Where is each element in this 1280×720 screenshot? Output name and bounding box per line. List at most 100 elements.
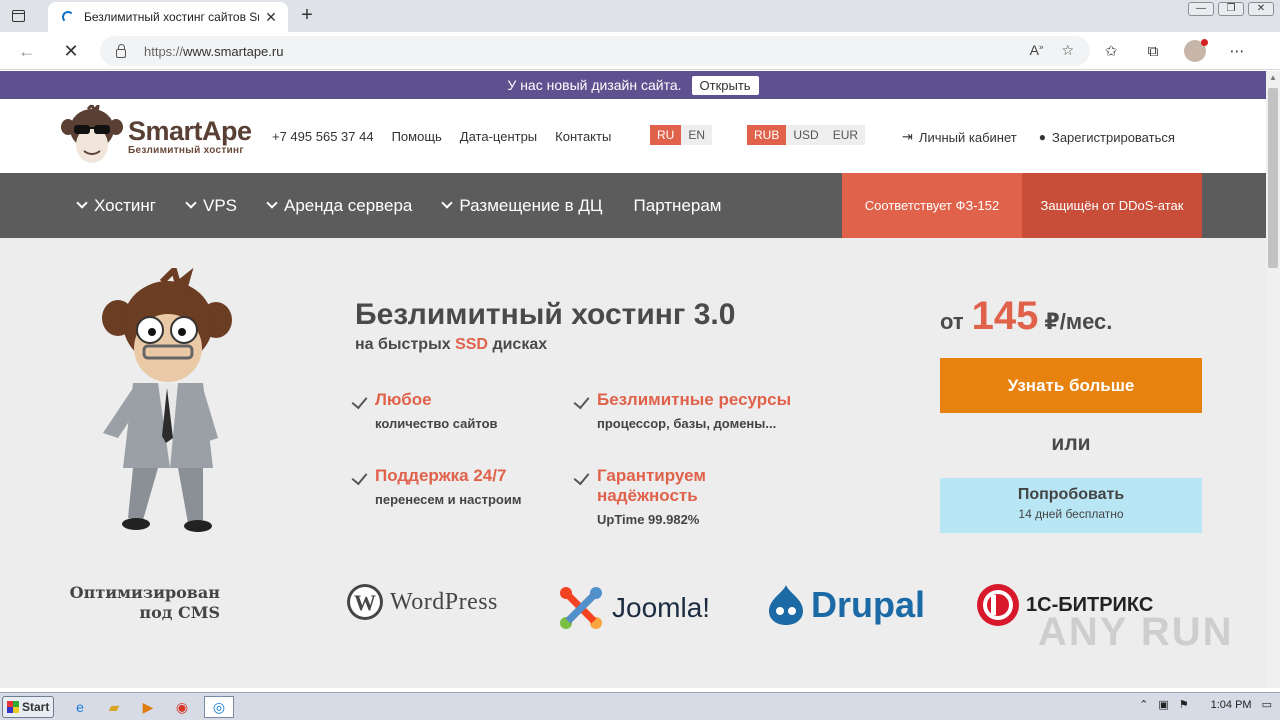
notice-text: У нас новый дизайн сайта. — [507, 77, 682, 93]
drupal-logo[interactable]: Drupal — [767, 583, 925, 627]
browser-toolbar: ← ✕ https://www.smartape.ru A» ☆ ✩ ⧉ ⋯ — [0, 32, 1280, 70]
page-scrollbar[interactable]: ▲ — [1266, 71, 1280, 688]
svg-text:W: W — [354, 590, 376, 615]
check-icon — [351, 392, 368, 410]
try-free-button[interactable]: Попробовать 14 дней бесплатно — [940, 478, 1202, 533]
feature-unlimited-resources: Безлимитные ресурсы процессор, базы, дом… — [573, 390, 807, 431]
check-icon — [351, 468, 368, 486]
nav-link-contacts[interactable]: Контакты — [555, 129, 611, 144]
maximize-button[interactable]: ❐ — [1218, 2, 1244, 16]
loading-spinner-icon — [62, 11, 74, 23]
site-logo[interactable]: SmartApe Безлимитный хостинг — [60, 105, 252, 167]
login-link[interactable]: ⇥ Личный кабинет — [902, 129, 1017, 145]
main-menu: Хостинг VPS Аренда сервера Размещение в … — [0, 173, 1266, 238]
chrome-icon[interactable]: ◉ — [170, 696, 194, 718]
collections-icon[interactable]: ⧉ — [1142, 43, 1164, 60]
monkey-mascot-image — [102, 268, 232, 532]
site-header: SmartApe Безлимитный хостинг +7 495 565 … — [0, 99, 1266, 173]
url-text[interactable]: https://www.smartape.ru — [144, 44, 283, 59]
show-desktop-icon[interactable]: ▭ — [1262, 698, 1272, 711]
feature-any-sites: Любое количество сайтов — [351, 390, 585, 431]
wordpress-logo[interactable]: W WordPress — [346, 583, 498, 621]
tab-actions-icon[interactable] — [8, 6, 28, 26]
tray-expand-icon[interactable]: ⌃ — [1139, 698, 1148, 711]
ddos-badge[interactable]: Защищён от DDoS-атак — [1022, 173, 1202, 238]
menu-hosting[interactable]: Хостинг — [76, 196, 156, 216]
browser-tab-bar: Безлимитный хостинг сайтов Sr ✕ + — ❐ ✕ — [0, 0, 1280, 32]
windows-taskbar: Start e ▰ ▶ ◉ ◎ ⌃ ▣ ⚑ 1:04 PM ▭ — [0, 692, 1280, 720]
windows-logo-icon — [7, 701, 19, 713]
chevron-down-icon — [441, 197, 454, 209]
price-amount: 145 — [971, 294, 1039, 338]
or-separator: или — [1051, 432, 1091, 455]
flag-icon[interactable]: ⚑ — [1179, 698, 1189, 711]
lock-icon[interactable] — [116, 44, 126, 58]
logo-tagline: Безлимитный хостинг — [128, 145, 244, 156]
clock[interactable]: 1:04 PM — [1211, 699, 1252, 711]
language-switcher: RU EN — [650, 125, 713, 145]
anyrun-watermark: ANY RUN — [1038, 610, 1234, 654]
price-label: от 145 ₽/мес. — [940, 294, 1113, 338]
ie-icon[interactable]: e — [68, 696, 92, 718]
edge-icon[interactable]: ◎ — [204, 696, 234, 718]
feature-reliability: Гарантируем надёжность UpTime 99.982% — [573, 466, 807, 527]
back-arrow-icon[interactable]: ← — [16, 40, 38, 62]
nav-link-help[interactable]: Помощь — [392, 129, 442, 144]
redesign-notice: У нас новый дизайн сайта. Открыть — [0, 71, 1266, 99]
chevron-down-icon — [266, 197, 278, 209]
scroll-up-arrow-icon[interactable]: ▲ — [1266, 71, 1280, 85]
address-bar[interactable]: https://www.smartape.ru A» ☆ — [100, 36, 1090, 66]
login-icon: ⇥ — [902, 129, 913, 144]
menu-colocation[interactable]: Размещение в ДЦ — [441, 196, 603, 216]
lang-ru[interactable]: RU — [650, 125, 682, 145]
cms-label: Оптимизирован под CMS — [69, 583, 220, 622]
hero-title: Безлимитный хостинг 3.0 — [355, 298, 736, 331]
chevron-down-icon — [76, 197, 88, 209]
learn-more-button[interactable]: Узнать больше — [940, 358, 1202, 413]
network-icon[interactable]: ▣ — [1158, 698, 1168, 711]
start-button[interactable]: Start — [2, 696, 54, 718]
menu-vps[interactable]: VPS — [185, 196, 237, 216]
fz152-badge[interactable]: Соответствует ФЗ-152 — [842, 173, 1022, 238]
media-player-icon[interactable]: ▶ — [136, 696, 160, 718]
ape-logo-icon — [61, 105, 123, 163]
menu-partners[interactable]: Партнерам — [634, 196, 722, 216]
favorites-icon[interactable]: ✩ — [1100, 42, 1122, 60]
chevron-down-icon — [185, 197, 197, 209]
feature-support: Поддержка 24/7 перенесем и настроим — [351, 466, 585, 507]
currency-eur[interactable]: EUR — [825, 125, 866, 145]
open-new-design-button[interactable]: Открыть — [691, 75, 759, 95]
joomla-logo[interactable]: Joomla! — [556, 583, 710, 633]
close-window-button[interactable]: ✕ — [1248, 2, 1274, 16]
more-menu-icon[interactable]: ⋯ — [1226, 42, 1248, 60]
system-tray: ⌃ ▣ ⚑ 1:04 PM ▭ — [1139, 698, 1272, 712]
window-controls: — ❐ ✕ — [1188, 2, 1274, 16]
bitrix-icon — [977, 584, 1019, 626]
menu-server-rent[interactable]: Аренда сервера — [266, 196, 412, 216]
read-aloud-icon[interactable]: A» — [1030, 42, 1044, 59]
new-tab-button[interactable]: + — [296, 4, 318, 26]
web-page: У нас новый дизайн сайта. Открыть SmartA… — [0, 71, 1266, 688]
browser-tab[interactable]: Безлимитный хостинг сайтов Sr ✕ — [48, 2, 288, 32]
hero-subtitle: на быстрых SSD дисках — [355, 336, 548, 353]
currency-rub[interactable]: RUB — [747, 125, 787, 145]
scrollbar-thumb[interactable] — [1268, 88, 1278, 268]
drupal-icon — [769, 585, 803, 625]
wordpress-icon: W — [347, 584, 383, 620]
user-icon: ● — [1038, 130, 1046, 144]
joomla-icon — [560, 587, 602, 629]
explorer-icon[interactable]: ▰ — [102, 696, 126, 718]
nav-link-datacenters[interactable]: Дата-центры — [460, 129, 537, 144]
add-favorite-icon[interactable]: ☆ — [1061, 42, 1074, 59]
currency-switcher: RUB USD EUR — [747, 125, 866, 145]
minimize-button[interactable]: — — [1188, 2, 1214, 16]
logo-name: SmartApe — [128, 116, 252, 146]
stop-loading-icon[interactable]: ✕ — [60, 40, 82, 62]
tab-close-icon[interactable]: ✕ — [262, 9, 280, 26]
phone-number[interactable]: +7 495 565 37 44 — [272, 129, 374, 144]
profile-avatar[interactable] — [1184, 39, 1208, 62]
tab-title: Безлимитный хостинг сайтов Sr — [84, 10, 259, 24]
register-link[interactable]: ● Зарегистрироваться — [1039, 129, 1175, 145]
currency-usd[interactable]: USD — [786, 125, 826, 145]
lang-en[interactable]: EN — [681, 125, 713, 145]
